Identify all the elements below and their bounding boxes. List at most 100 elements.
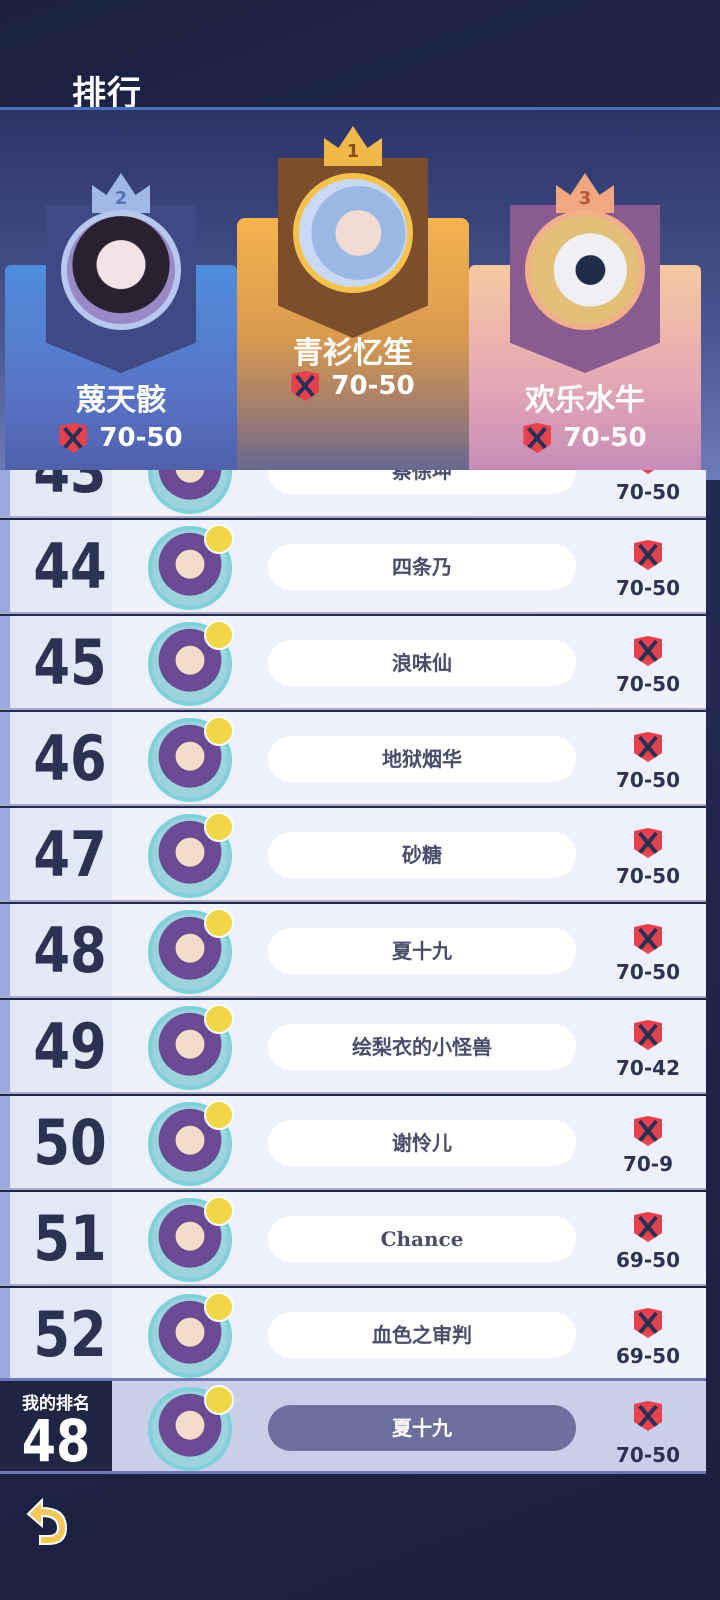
my-rank-cell: 我的排名 48 (0, 1381, 112, 1475)
score-value: 70-50 (616, 864, 680, 888)
list-item[interactable]: 52 血色之审判 69-50 (0, 1288, 706, 1378)
my-rank-bar[interactable]: 我的排名 48 夏十九 70-50 (0, 1378, 706, 1475)
player-name: Chance (268, 1216, 576, 1262)
avatar (525, 210, 645, 330)
podium-third[interactable]: 3 欢乐水牛 70-50 (469, 173, 701, 480)
player-name: 欢乐水牛 (525, 383, 645, 418)
avatar-frame-icon (204, 1004, 234, 1034)
back-button[interactable] (18, 1492, 78, 1552)
rank-cell: 47 (0, 808, 112, 900)
crossed-swords-shield-icon (634, 1212, 662, 1242)
score-cell: 70-50 (600, 712, 696, 804)
podium-first[interactable]: 1 青衫忆笙 70-50 (237, 126, 469, 480)
score-cell: 70-50 (600, 808, 696, 900)
my-name: 夏十九 (268, 1405, 576, 1451)
rank-number: 49 (33, 1010, 107, 1083)
player-name: 四条乃 (268, 544, 576, 590)
podium-second[interactable]: 2 蔑天骸 70-50 (5, 173, 237, 480)
avatar-frame-icon (204, 620, 234, 650)
rank-cell: 43 (0, 470, 112, 516)
list-item[interactable]: 45 浪味仙 70-50 (0, 616, 706, 710)
list-item[interactable]: 50 谢怜儿 70-9 (0, 1096, 706, 1190)
crown-icon: 1 (324, 126, 382, 166)
score-value: 69-50 (616, 1344, 680, 1368)
rank-number: 51 (33, 1202, 107, 1275)
rank-cell: 49 (0, 1000, 112, 1092)
player-name: 蔑天骸 (76, 383, 166, 418)
avatar (148, 470, 232, 514)
player-name: 夏十九 (268, 928, 576, 974)
list-item[interactable]: 51 Chance 69-50 (0, 1192, 706, 1286)
podium: 2 蔑天骸 70-50 3 欢乐水牛 70-50 1 青衫忆笙 70-50 (0, 110, 720, 480)
player-name: 青衫忆笙 (293, 336, 413, 371)
crown-icon: 2 (92, 173, 150, 213)
rank-number: 48 (33, 914, 107, 987)
score-value: 70-50 (616, 768, 680, 792)
avatar (148, 812, 234, 898)
my-score-value: 70-50 (616, 1443, 680, 1467)
rank-number: 43 (33, 470, 107, 507)
crossed-swords-shield-icon (634, 828, 662, 858)
list-item[interactable]: 44 四条乃 70-50 (0, 520, 706, 614)
score-value: 70-42 (616, 1056, 680, 1080)
score-value: 70-9 (622, 1152, 674, 1176)
score-value: 70-50 (563, 423, 647, 453)
score-cell: 70-42 (600, 1000, 696, 1092)
player-name: 浪味仙 (268, 640, 576, 686)
player-score: 70-50 (237, 371, 469, 401)
list-item[interactable]: 43 蔡徐坤 70-50 (0, 470, 706, 518)
score-value: 70-50 (616, 672, 680, 696)
crossed-swords-shield-icon (291, 371, 320, 401)
list-item[interactable]: 49 绘梨衣的小怪兽 70-42 (0, 1000, 706, 1094)
rank-cell: 51 (0, 1192, 112, 1284)
score-cell: 70-50 (600, 616, 696, 708)
crossed-swords-shield-icon (634, 1116, 662, 1146)
avatar-frame-icon (204, 1100, 234, 1130)
rank-cell: 52 (0, 1288, 112, 1378)
avatar (148, 908, 234, 994)
avatar-frame-icon (204, 716, 234, 746)
player-name: 蔡徐坤 (268, 470, 576, 494)
avatar (148, 1292, 234, 1378)
crossed-swords-shield-icon (634, 636, 662, 666)
rank-cell: 46 (0, 712, 112, 804)
player-name: 血色之审判 (268, 1312, 576, 1358)
avatar-frame-icon (204, 524, 234, 554)
rank-number: 52 (33, 1298, 107, 1371)
rank-number: 44 (33, 530, 107, 603)
avatar (148, 620, 234, 706)
rank-number: 50 (33, 1106, 107, 1179)
score-value: 70-50 (616, 960, 680, 984)
list-item[interactable]: 46 地狱烟华 70-50 (0, 712, 706, 806)
score-cell: 69-50 (600, 1192, 696, 1284)
avatar-frame-icon (204, 908, 234, 938)
crossed-swords-shield-icon (59, 423, 88, 453)
crossed-swords-shield-icon (634, 732, 662, 762)
rank-number: 46 (33, 722, 107, 795)
rank-number: 47 (33, 818, 107, 891)
player-score: 70-50 (5, 423, 237, 453)
list-item[interactable]: 47 砂糖 70-50 (0, 808, 706, 902)
score-value: 70-50 (99, 423, 183, 453)
score-cell: 70-50 (600, 520, 696, 612)
player-name: 地狱烟华 (268, 736, 576, 782)
crossed-swords-shield-icon (634, 1401, 662, 1431)
crossed-swords-shield-icon (634, 924, 662, 954)
back-arrow-icon (26, 1497, 68, 1545)
rank-cell: 44 (0, 520, 112, 612)
crossed-swords-shield-icon (634, 1020, 662, 1050)
ranking-list[interactable]: 43 蔡徐坤 70-50 44 四条乃 70-50 45 浪味仙 70-50 4… (0, 470, 720, 1378)
avatar-frame-icon (204, 1385, 234, 1415)
crossed-swords-shield-icon (523, 423, 552, 453)
player-score: 70-50 (469, 423, 701, 453)
player-name: 谢怜儿 (268, 1120, 576, 1166)
avatar-frame-icon (204, 812, 234, 842)
list-item[interactable]: 48 夏十九 70-50 (0, 904, 706, 998)
player-name: 砂糖 (268, 832, 576, 878)
crown-icon: 3 (556, 173, 614, 213)
score-cell: 70-9 (600, 1096, 696, 1188)
score-value: 70-50 (331, 371, 415, 401)
score-cell: 69-50 (600, 1288, 696, 1378)
score-value: 69-50 (616, 1248, 680, 1272)
avatar (148, 1196, 234, 1282)
